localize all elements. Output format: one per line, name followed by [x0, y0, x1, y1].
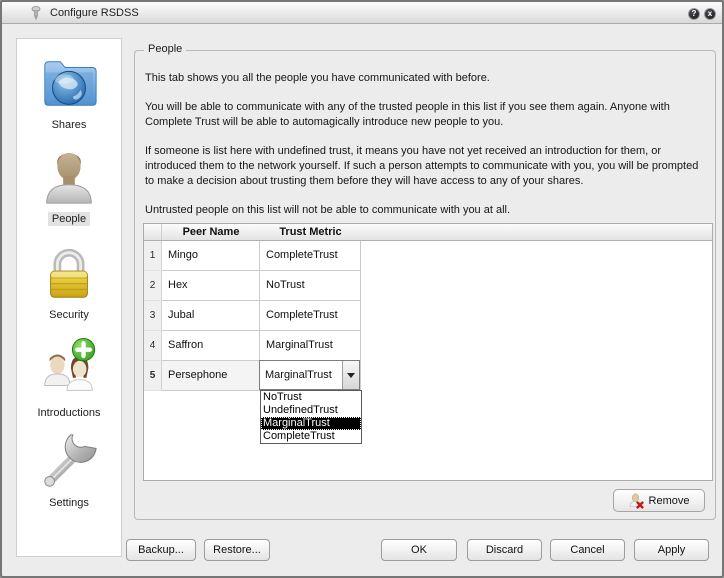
row-number[interactable]: 2 — [144, 271, 162, 301]
dropdown-option-marginaltrust[interactable]: MarginalTrust — [261, 417, 361, 430]
combobox-dropdown-button[interactable] — [342, 361, 359, 389]
cancel-button[interactable]: Cancel — [550, 539, 625, 561]
sidebar-label-introductions: Introductions — [34, 406, 105, 420]
row-number[interactable]: 5 — [144, 361, 162, 391]
dropdown-option-completetrust[interactable]: CompleteTrust — [261, 430, 361, 443]
sidebar-label-people: People — [48, 212, 90, 226]
row-number[interactable]: 4 — [144, 331, 162, 361]
window-title: Configure RSDSS — [50, 7, 139, 19]
sidebar-label-security: Security — [45, 308, 93, 322]
table-row[interactable]: 3 Jubal CompleteTrust — [144, 301, 712, 331]
peers-table: Peer Name Trust Metric 1 Mingo CompleteT… — [143, 223, 713, 481]
peer-name-cell[interactable]: Persephone — [162, 361, 260, 391]
row-number[interactable]: 1 — [144, 241, 162, 271]
trust-metric-cell[interactable]: CompleteTrust — [260, 241, 361, 271]
title-bar: Configure RSDSS ? x — [2, 2, 722, 24]
people-groupbox: People This tab shows you all the people… — [134, 50, 716, 520]
trust-metric-cell-editing: MarginalTrust — [260, 361, 361, 391]
sidebar-item-introductions[interactable]: Introductions — [17, 337, 121, 421]
table-row[interactable]: 1 Mingo CompleteTrust — [144, 241, 712, 271]
sidebar-label-shares: Shares — [48, 118, 91, 132]
paragraph: If someone is list here with undefined t… — [145, 144, 703, 189]
dropdown-option-undefinedtrust[interactable]: UndefinedTrust — [261, 404, 361, 417]
sidebar: Shares People — [16, 38, 122, 557]
remove-button-label: Remove — [649, 495, 690, 507]
peer-name-cell[interactable]: Jubal — [162, 301, 260, 331]
close-button[interactable]: x — [704, 8, 716, 20]
dropdown-option-notrust[interactable]: NoTrust — [261, 391, 361, 404]
table-row[interactable]: 4 Saffron MarginalTrust — [144, 331, 712, 361]
description-text: This tab shows you all the people you ha… — [145, 71, 703, 232]
peer-name-cell[interactable]: Hex — [162, 271, 260, 301]
table-row-selected[interactable]: 5 Persephone MarginalTrust — [144, 361, 712, 391]
peer-name-cell[interactable]: Saffron — [162, 331, 260, 361]
trust-metric-cell[interactable]: MarginalTrust — [260, 331, 361, 361]
column-header-peer-name[interactable]: Peer Name — [162, 224, 260, 240]
folder-globe-icon — [38, 53, 100, 115]
paragraph: Untrusted people on this list will not b… — [145, 203, 703, 218]
people-plus-icon — [38, 337, 100, 403]
sidebar-item-shares[interactable]: Shares — [17, 53, 121, 133]
sidebar-item-settings[interactable]: Settings — [17, 427, 121, 511]
person-icon — [38, 147, 100, 209]
table-header: Peer Name Trust Metric — [144, 224, 712, 241]
peer-name-cell[interactable]: Mingo — [162, 241, 260, 271]
app-pin-icon — [28, 5, 44, 21]
groupbox-legend: People — [144, 43, 186, 55]
ok-button[interactable]: OK — [381, 539, 457, 561]
row-number[interactable]: 3 — [144, 301, 162, 331]
trust-metric-cell[interactable]: NoTrust — [260, 271, 361, 301]
chevron-down-icon — [347, 373, 355, 378]
wrench-icon — [38, 427, 100, 493]
restore-button[interactable]: Restore... — [204, 539, 270, 561]
configure-rsdss-window: Configure RSDSS ? x — [0, 0, 724, 578]
trust-dropdown-list: NoTrust UndefinedTrust MarginalTrust Com… — [260, 390, 362, 444]
sidebar-item-security[interactable]: Security — [17, 243, 121, 323]
table-row[interactable]: 2 Hex NoTrust — [144, 271, 712, 301]
padlock-icon — [38, 243, 100, 305]
discard-button[interactable]: Discard — [467, 539, 542, 561]
table-corner — [144, 224, 162, 240]
help-button[interactable]: ? — [688, 8, 700, 20]
paragraph: This tab shows you all the people you ha… — [145, 71, 703, 86]
backup-button[interactable]: Backup... — [126, 539, 196, 561]
sidebar-label-settings: Settings — [45, 496, 93, 510]
column-header-trust-metric[interactable]: Trust Metric — [260, 224, 361, 240]
remove-button[interactable]: Remove — [613, 489, 705, 512]
remove-person-icon — [629, 493, 645, 509]
apply-button[interactable]: Apply — [634, 539, 709, 561]
combobox-value: MarginalTrust — [260, 361, 342, 389]
trust-metric-cell[interactable]: CompleteTrust — [260, 301, 361, 331]
trust-combobox[interactable]: MarginalTrust — [259, 360, 360, 390]
sidebar-item-people[interactable]: People — [17, 147, 121, 227]
paragraph: You will be able to communicate with any… — [145, 100, 703, 130]
